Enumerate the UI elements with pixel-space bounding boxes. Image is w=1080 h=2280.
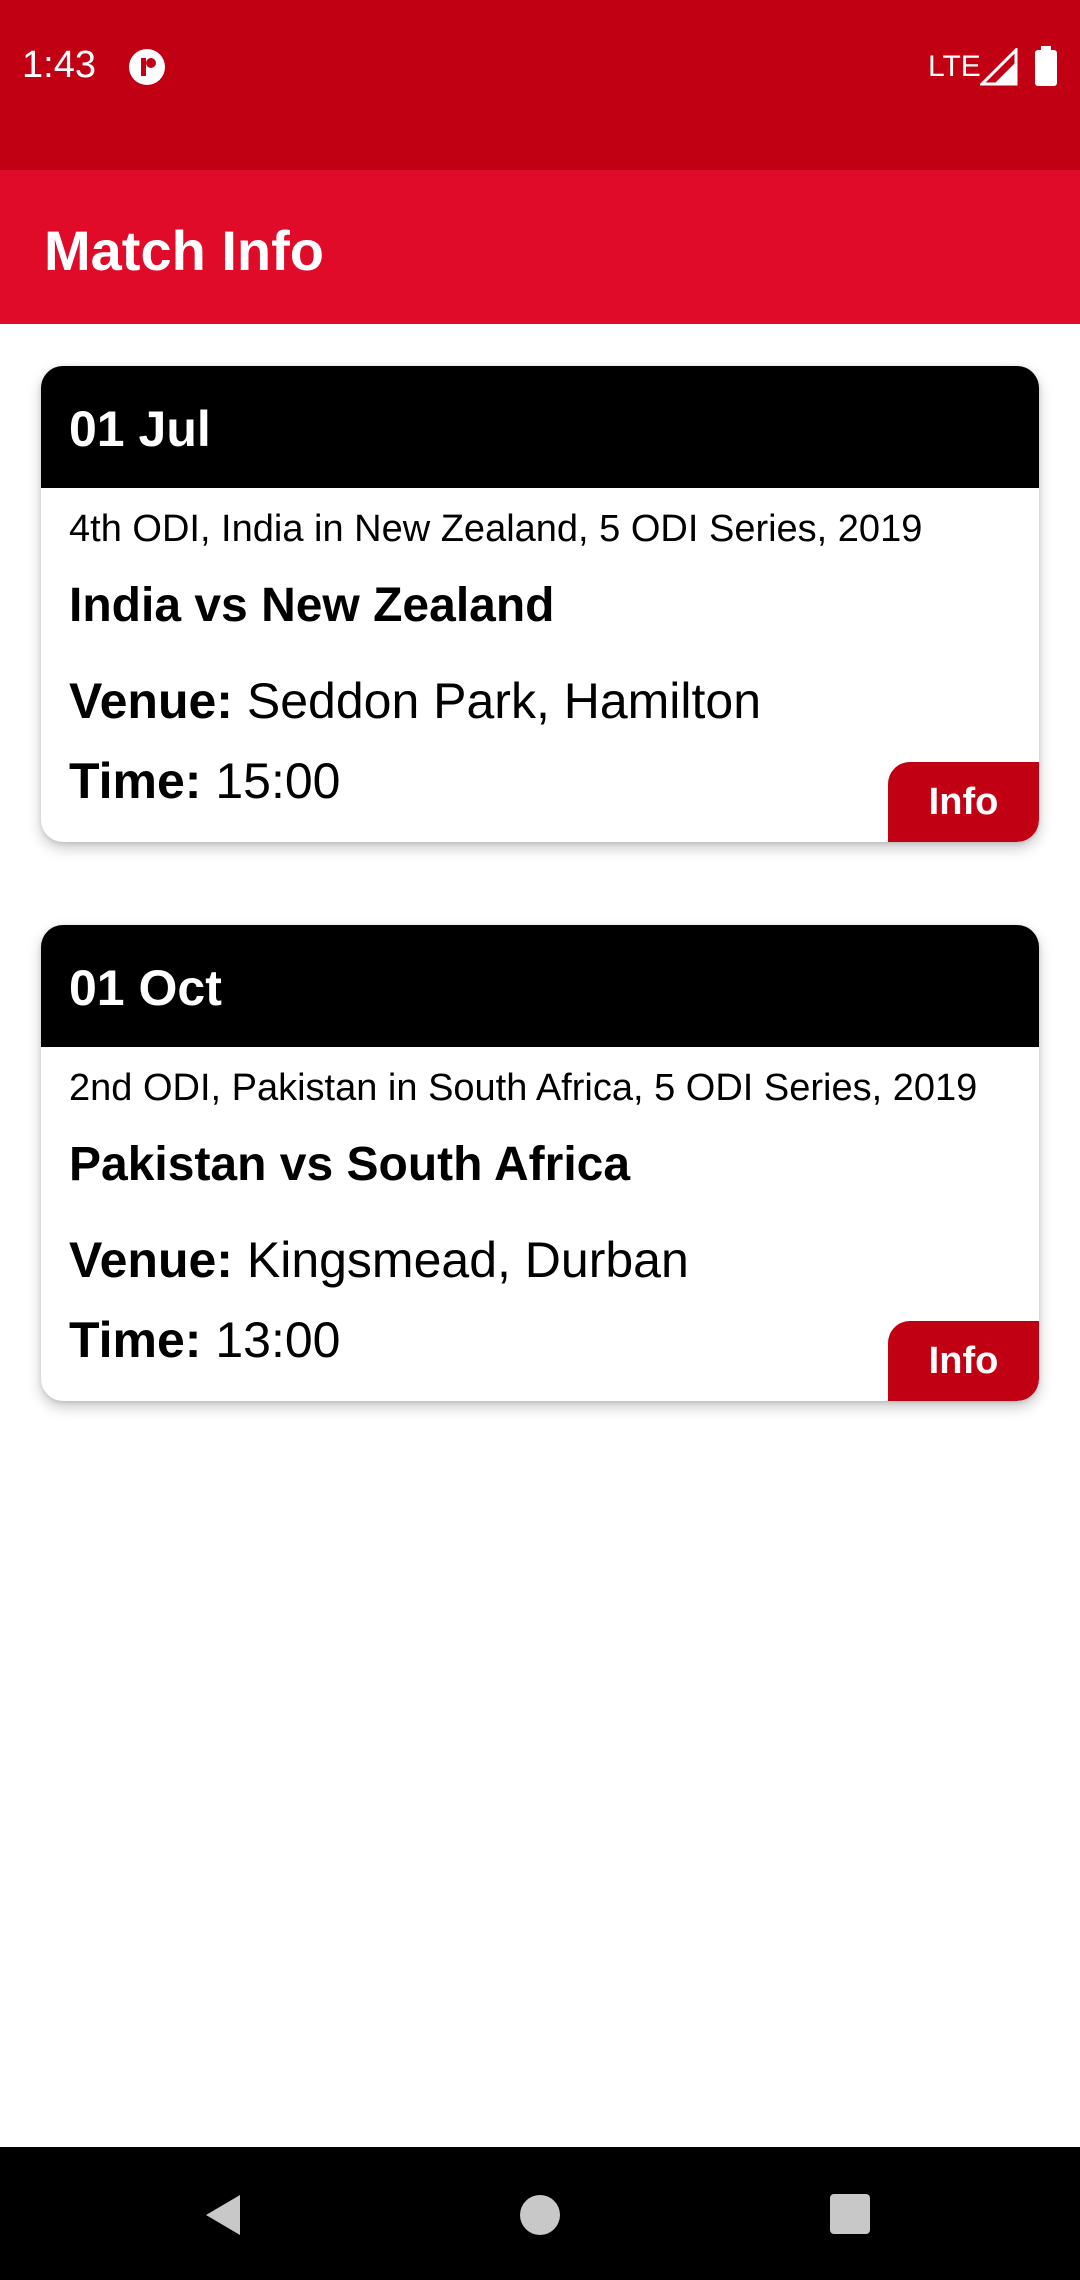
app-notification-icon <box>129 49 165 85</box>
navigation-bar <box>0 2147 1080 2280</box>
match-venue-row: Venue: Seddon Park, Hamilton <box>69 672 761 730</box>
venue-value: Kingsmead, Durban <box>246 1232 689 1288</box>
match-series: 4th ODI, India in New Zealand, 5 ODI Ser… <box>69 508 923 550</box>
app-bar: Match Info <box>0 170 1080 324</box>
time-value: 15:00 <box>215 753 341 809</box>
time-value: 13:00 <box>215 1312 341 1368</box>
recents-icon[interactable] <box>828 2192 872 2236</box>
home-icon[interactable] <box>517 2192 563 2238</box>
back-icon[interactable] <box>200 2191 248 2239</box>
match-teams: Pakistan vs South Africa <box>69 1138 631 1191</box>
match-venue-row: Venue: Kingsmead, Durban <box>69 1231 689 1289</box>
match-time-row: Time: 13:00 <box>69 1311 340 1369</box>
time-label: Time: <box>69 753 202 809</box>
venue-label: Venue: <box>69 673 233 729</box>
match-card-header: 01 Oct <box>41 925 1039 1047</box>
page-title: Match Info <box>44 219 324 282</box>
match-series: 2nd ODI, Pakistan in South Africa, 5 ODI… <box>69 1067 978 1109</box>
network-type: LTE <box>928 50 981 83</box>
signal-icon <box>980 48 1018 86</box>
status-time: 1:43 <box>22 44 96 86</box>
battery-icon <box>1035 46 1057 86</box>
status-bar: 1:43 LTE <box>0 0 1080 170</box>
match-date: 01 Oct <box>69 960 222 1016</box>
match-card-header: 01 Jul <box>41 366 1039 488</box>
venue-label: Venue: <box>69 1232 233 1288</box>
info-button[interactable]: Info <box>888 1321 1039 1401</box>
match-teams: India vs New Zealand <box>69 579 555 632</box>
time-label: Time: <box>69 1312 202 1368</box>
info-button[interactable]: Info <box>888 762 1039 842</box>
match-time-row: Time: 15:00 <box>69 752 340 810</box>
match-card: 01 Jul 4th ODI, India in New Zealand, 5 … <box>41 366 1039 842</box>
venue-value: Seddon Park, Hamilton <box>246 673 762 729</box>
match-card: 01 Oct 2nd ODI, Pakistan in South Africa… <box>41 925 1039 1401</box>
match-date: 01 Jul <box>69 401 211 457</box>
